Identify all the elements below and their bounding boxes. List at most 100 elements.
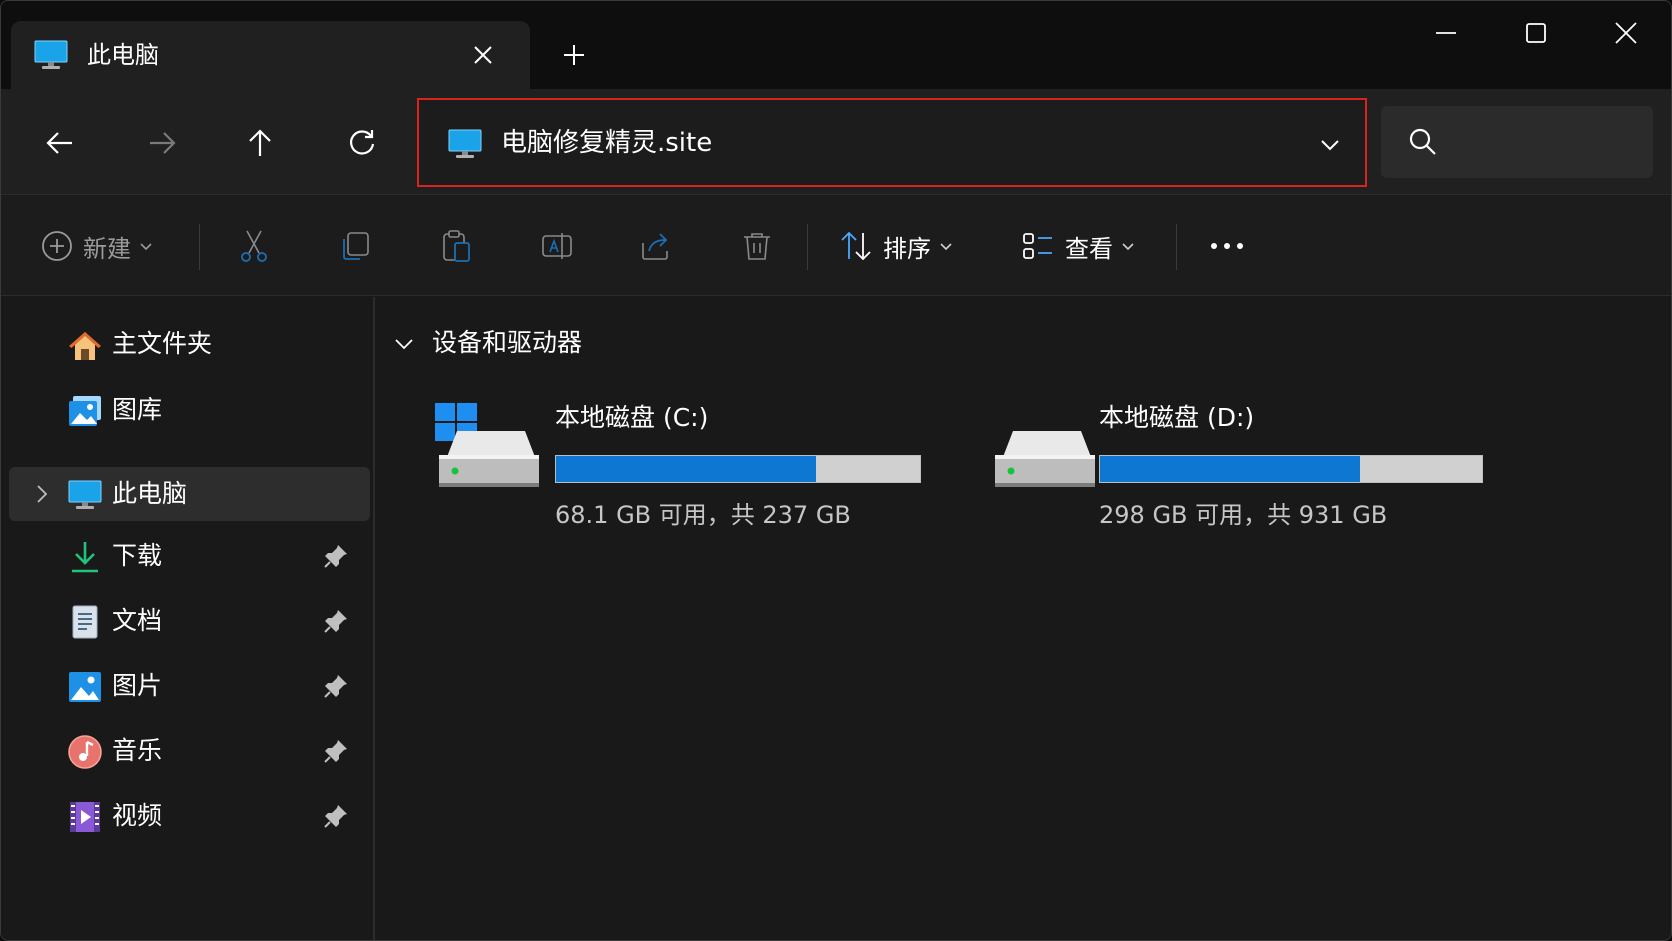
sidebar-item-label: 主文件夹 (112, 329, 213, 358)
pin-icon[interactable] (323, 608, 349, 634)
search-icon (1409, 128, 1436, 155)
pin-icon[interactable] (323, 738, 349, 764)
rename-button[interactable] (540, 221, 574, 271)
file-explorer-window: 此电脑 电脑修复精灵.site 新建 排序 查看 主文件夹 图库 此电脑 下载 … (0, 0, 1672, 941)
drive-name: 本地磁盘 (C:) (555, 403, 709, 432)
sidebar-item-documents[interactable]: 文档 (9, 594, 370, 648)
sidebar-item-videos[interactable]: 视频 (9, 789, 370, 843)
refresh-button[interactable] (338, 119, 386, 167)
back-button[interactable] (36, 119, 84, 167)
drive-usage-bar (1099, 455, 1483, 483)
sort-label: 排序 (883, 234, 931, 263)
forward-button[interactable] (138, 119, 186, 167)
tab-title: 此电脑 (87, 41, 159, 69)
computer-icon (34, 40, 68, 69)
music-icon (68, 735, 102, 769)
chevron-down-icon (940, 243, 952, 251)
drive-usage-fill (1100, 456, 1360, 482)
view-list-icon (1023, 233, 1052, 259)
drive-item-d[interactable]: 本地磁盘 (D:) 298 GB 可用，共 931 GB (991, 397, 1531, 537)
plus-icon (564, 45, 584, 65)
sidebar-item-label: 文档 (112, 606, 163, 635)
drive-item-c[interactable]: 本地磁盘 (C:) 68.1 GB 可用，共 237 GB (435, 397, 975, 537)
command-separator (807, 224, 808, 270)
document-icon (72, 605, 98, 639)
command-bar: 新建 排序 查看 (1, 196, 1671, 296)
sidebar-item-home[interactable]: 主文件夹 (9, 317, 370, 371)
sidebar-item-label: 视频 (112, 801, 163, 830)
windows-drive-icon (435, 403, 539, 487)
command-separator (1176, 224, 1177, 270)
sort-icon (841, 231, 871, 261)
arrow-up-icon (249, 129, 271, 156)
view-label: 查看 (1065, 234, 1113, 263)
search-box[interactable] (1381, 106, 1653, 178)
pin-icon[interactable] (323, 673, 349, 699)
drive-free-space: 68.1 GB 可用，共 237 GB (555, 501, 851, 529)
scissors-icon (241, 230, 267, 262)
pictures-icon (69, 672, 101, 702)
refresh-icon (350, 130, 375, 155)
address-history-dropdown[interactable] (1312, 127, 1348, 163)
arrow-right-icon (150, 132, 176, 154)
new-button[interactable]: 新建 (41, 221, 155, 271)
more-options-button[interactable] (1207, 221, 1247, 271)
home-icon (69, 332, 101, 360)
sort-button[interactable]: 排序 (839, 221, 955, 271)
chevron-down-icon (1321, 140, 1339, 151)
file-list-pane: 设备和驱动器 本地磁盘 (C:) 68.1 GB 可用，共 237 GB 本地磁… (377, 297, 1671, 940)
sidebar-item-gallery[interactable]: 图库 (9, 383, 370, 437)
sidebar-item-music[interactable]: 音乐 (9, 724, 370, 778)
gallery-icon (69, 396, 101, 426)
copy-button[interactable] (338, 221, 372, 271)
new-label: 新建 (83, 234, 131, 263)
command-separator (199, 224, 200, 270)
delete-button[interactable] (740, 221, 774, 271)
download-icon (72, 542, 98, 573)
drive-usage-fill (556, 456, 816, 482)
navigation-pane: 主文件夹 图库 此电脑 下载 文档 图片 音乐 视频 (1, 297, 375, 940)
tab-close-button[interactable] (463, 35, 503, 75)
video-icon (70, 802, 100, 832)
drive-usage-bar (555, 455, 921, 483)
sidebar-item-pictures[interactable]: 图片 (9, 659, 370, 713)
maximize-icon (1526, 23, 1546, 43)
plus-circle-icon (42, 231, 72, 261)
title-bar: 此电脑 (1, 1, 1671, 89)
arrow-left-icon (46, 132, 72, 154)
group-header-devices[interactable]: 设备和驱动器 (432, 324, 582, 362)
view-button[interactable]: 查看 (1021, 221, 1137, 271)
sidebar-item-label: 此电脑 (112, 479, 188, 508)
chevron-down-icon (1122, 243, 1134, 251)
share-button[interactable] (639, 221, 673, 271)
close-icon (474, 46, 492, 64)
clipboard-icon (443, 230, 470, 262)
sidebar-item-this-pc[interactable]: 此电脑 (9, 467, 370, 521)
more-icon (1211, 243, 1243, 249)
address-path: 电脑修复精灵.site (501, 128, 713, 158)
computer-icon (68, 480, 102, 509)
chevron-down-icon[interactable] (393, 333, 415, 355)
close-window-button[interactable] (1596, 13, 1656, 53)
computer-icon (448, 129, 482, 158)
up-button[interactable] (236, 119, 284, 167)
chevron-down-icon (140, 243, 152, 251)
new-tab-button[interactable] (554, 35, 594, 75)
sidebar-item-label: 下载 (112, 541, 163, 570)
pin-icon[interactable] (323, 543, 349, 569)
cut-button[interactable] (237, 221, 271, 271)
sidebar-item-downloads[interactable]: 下载 (9, 529, 370, 583)
navigation-bar: 电脑修复精灵.site (1, 89, 1671, 195)
drive-name: 本地磁盘 (D:) (1099, 403, 1255, 432)
paste-button[interactable] (439, 221, 473, 271)
share-icon (642, 233, 668, 260)
address-bar[interactable]: 电脑修复精灵.site (417, 98, 1367, 187)
sidebar-item-label: 图库 (112, 395, 163, 424)
maximize-button[interactable] (1506, 13, 1566, 53)
close-icon (1615, 22, 1637, 44)
chevron-right-icon[interactable] (29, 481, 55, 507)
minimize-button[interactable] (1416, 13, 1476, 53)
sidebar-item-label: 图片 (112, 671, 163, 700)
pin-icon[interactable] (323, 803, 349, 829)
tab-this-pc[interactable]: 此电脑 (11, 21, 530, 89)
